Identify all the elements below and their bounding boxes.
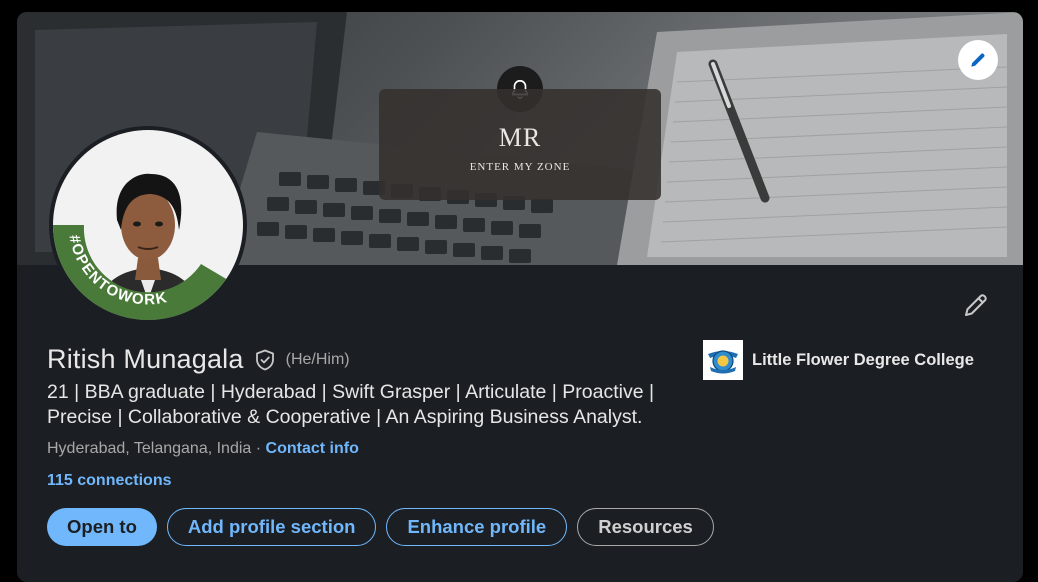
add-profile-section-button[interactable]: Add profile section xyxy=(166,508,377,546)
banner-zone-card: MR ENTER MY ZONE xyxy=(379,89,661,200)
banner-monogram: MR xyxy=(498,123,542,152)
open-to-button[interactable]: Open to xyxy=(47,508,157,546)
profile-card: MR ENTER MY ZONE #OPENTOWORK Ritish Muna… xyxy=(17,12,1023,582)
profile-actions: Open to Add profile section Enhance prof… xyxy=(47,508,714,546)
pencil-icon xyxy=(965,294,987,316)
profile-headline: 21 | BBA graduate | Hyderabad | Swift Gr… xyxy=(47,381,655,428)
name-row: Ritish Munagala (He/Him) xyxy=(47,344,350,375)
edit-banner-button[interactable] xyxy=(958,40,998,80)
resources-button[interactable]: Resources xyxy=(577,508,714,546)
profile-name: Ritish Munagala xyxy=(47,344,244,374)
pronouns: (He/Him) xyxy=(285,350,350,368)
edit-profile-button[interactable] xyxy=(961,290,991,320)
enhance-profile-button[interactable]: Enhance profile xyxy=(386,508,568,546)
profile-photo[interactable]: #OPENTOWORK xyxy=(49,126,247,324)
college-crest-icon xyxy=(703,340,743,380)
location-row: Hyderabad, Telangana, India · Contact in… xyxy=(47,440,359,458)
pencil-icon xyxy=(971,53,985,67)
banner-tagline: ENTER MY ZONE xyxy=(469,161,571,173)
contact-info-link[interactable]: Contact info xyxy=(266,440,359,457)
verified-shield-icon[interactable] xyxy=(253,348,277,372)
separator: · xyxy=(251,440,266,457)
location: Hyderabad, Telangana, India xyxy=(47,440,252,457)
education-school-name: Little Flower Degree College xyxy=(752,350,974,369)
connections-link[interactable]: 115 connections xyxy=(47,472,172,490)
education-link[interactable]: Little Flower Degree College xyxy=(703,340,974,380)
